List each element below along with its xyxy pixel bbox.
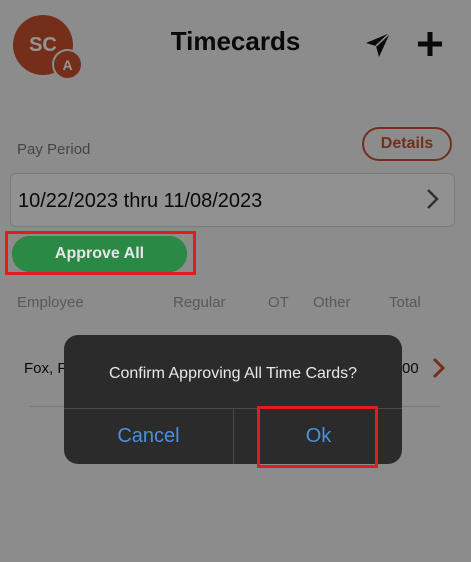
cancel-button[interactable]: Cancel [64, 409, 233, 464]
approve-all-button-highlighted[interactable]: Approve All [12, 236, 187, 272]
ok-highlight-box [257, 406, 378, 468]
dialog-message: Confirm Approving All Time Cards? [108, 365, 358, 382]
modal-overlay [0, 0, 471, 562]
